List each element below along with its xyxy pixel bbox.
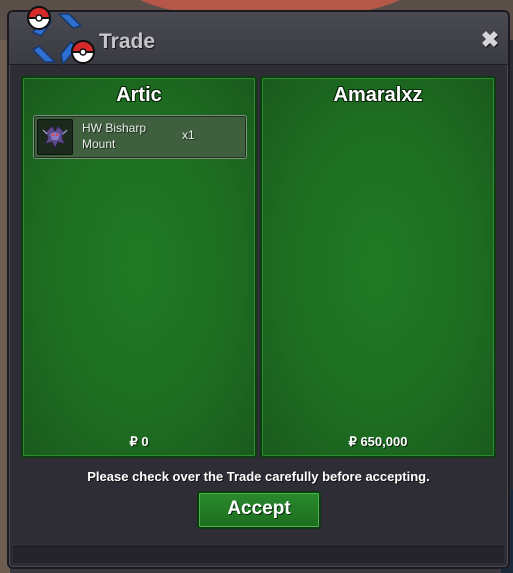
my-money-offer: ₽ 0 xyxy=(129,434,149,449)
trade-content: Artic HW Bisharp Mount x1 ₽ 0 Amaralxz ₽… xyxy=(13,68,500,468)
title-bar[interactable]: Trade ✖ xyxy=(9,6,508,66)
trade-window: Trade ✖ Artic HW Bisharp Mount x1 ₽ 0 Am… xyxy=(7,6,510,569)
window-footer xyxy=(13,546,504,563)
item-name-line2: Mount xyxy=(82,137,116,151)
accept-button[interactable]: Accept xyxy=(197,491,321,529)
item-quantity: x1 xyxy=(182,128,195,142)
bisharp-mount-icon xyxy=(37,119,73,155)
trade-item-slot[interactable]: HW Bisharp Mount x1 xyxy=(33,115,247,159)
close-button[interactable]: ✖ xyxy=(480,29,500,51)
partner-money-offer: ₽ 650,000 xyxy=(348,434,408,449)
partner-offer-panel[interactable]: Amaralxz ₽ 650,000 xyxy=(260,76,496,458)
my-offer-panel[interactable]: Artic HW Bisharp Mount x1 ₽ 0 xyxy=(21,76,257,458)
trade-logo-icon xyxy=(26,6,96,66)
item-name-line1: HW Bisharp xyxy=(82,121,147,135)
trade-notice: Please check over the Trade carefully be… xyxy=(87,469,430,484)
item-name: HW Bisharp Mount xyxy=(82,120,182,152)
window-title: Trade xyxy=(99,30,156,53)
my-player-name: Artic xyxy=(116,84,162,106)
partner-player-name: Amaralxz xyxy=(333,84,423,106)
